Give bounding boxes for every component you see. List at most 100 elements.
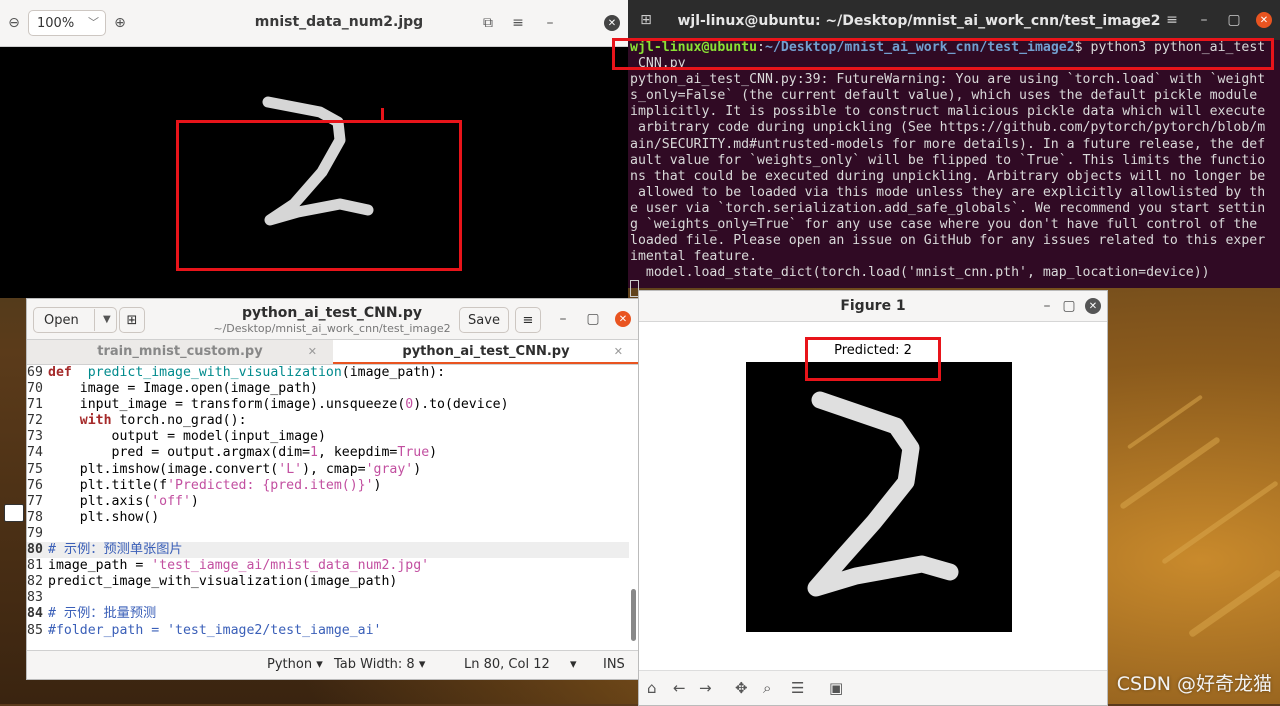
open-button[interactable]: Open ▼ [33, 307, 117, 333]
code-line[interactable]: 70 image = Image.open(image_path) [27, 381, 629, 397]
cursor-position[interactable]: Ln 80, Col 12 [464, 657, 550, 672]
chevron-down-icon[interactable]: ▾ [570, 657, 577, 672]
tab-label: train_mnist_custom.py [97, 344, 263, 359]
code-token: # 示例：预测单张图片 [48, 542, 183, 558]
zoom-out-icon[interactable]: ⊖ [2, 11, 26, 35]
tab-width-selector[interactable]: Tab Width: 8 ▾ [334, 657, 425, 672]
menu-icon[interactable]: ≡ [506, 11, 530, 35]
line-number: 72 [27, 413, 43, 429]
scrollbar[interactable] [631, 589, 636, 641]
code-line[interactable]: 79 [27, 526, 629, 542]
forward-icon[interactable]: → [699, 679, 712, 697]
code-token: output = model(input_image) [48, 429, 326, 445]
zoom-dropdown[interactable]: 100% ﹀ [28, 10, 106, 36]
code-line[interactable]: 85 #folder_path = 'test_image2/test_iamge… [27, 623, 629, 639]
highlight-box [176, 120, 462, 271]
code-token: plt.title(f [48, 477, 168, 493]
highlight-box [805, 337, 941, 381]
tab-train-mnist-custom[interactable]: train_mnist_custom.py ✕ [27, 340, 333, 364]
code-line[interactable]: 75 plt.imshow(image.convert('L'), cmap='… [27, 462, 629, 478]
highlight-tick [381, 108, 384, 121]
terminal-window[interactable]: ⊞ wjl-linux@ubuntu: ~/Desktop/mnist_ai_w… [612, 0, 1280, 297]
language-selector[interactable]: Python ▾ [267, 657, 323, 672]
terminal-title: wjl-linux@ubuntu: ~/Desktop/mnist_ai_wor… [677, 13, 1161, 29]
terminal-line: allowed to be loaded via this mode unles… [630, 184, 1266, 200]
close-icon[interactable]: ✕ [614, 340, 623, 364]
code-editor[interactable]: 69 def predict_image_with_visualization(i… [27, 365, 629, 649]
fullscreen-icon[interactable]: ⧉ [476, 11, 500, 35]
line-number: 81 [27, 558, 43, 574]
code-token: ) [190, 493, 199, 509]
code-line[interactable]: 82 predict_image_with_visualization(image… [27, 574, 629, 590]
code-token: image_path = [48, 558, 152, 574]
code-token: # 示例：批量预测 [48, 606, 157, 622]
close-icon[interactable]: ✕ [1085, 298, 1101, 314]
code-line[interactable]: 78 plt.show() [27, 510, 629, 526]
close-icon[interactable]: ✕ [604, 15, 620, 31]
line-number: 82 [27, 574, 43, 590]
zoom-in-icon[interactable]: ⊕ [108, 11, 132, 35]
code-line[interactable]: 77 plt.axis('off') [27, 494, 629, 510]
line-number: 71 [27, 397, 43, 413]
line-number: 80 [27, 542, 43, 558]
code-token: with [79, 413, 112, 429]
terminal-line: imental feature. [630, 249, 758, 265]
code-token: image = Image.open(image_path) [48, 381, 318, 397]
file-path: ~/Desktop/mnist_ai_work_cnn/test_image2 [213, 322, 451, 335]
open-label: Open [44, 312, 79, 328]
code-line[interactable]: 72 with torch.no_grad(): [27, 413, 629, 429]
save-button[interactable]: Save [459, 307, 509, 333]
close-icon[interactable]: ✕ [1256, 12, 1272, 28]
code-line[interactable]: 81 image_path = 'test_iamge_ai/mnist_data… [27, 558, 629, 574]
code-line[interactable]: 74 pred = output.argmax(dim=1, keepdim=T… [27, 445, 629, 461]
image-icon[interactable] [4, 504, 24, 522]
code-token: plt.show() [48, 509, 160, 525]
menu-icon[interactable]: ≡ [1160, 8, 1184, 32]
new-tab-icon[interactable]: ⊞ [634, 8, 658, 32]
chevron-down-icon[interactable]: ▼ [94, 309, 111, 331]
maximize-icon[interactable]: ▢ [1057, 294, 1081, 318]
configure-icon[interactable]: ☰ [791, 679, 804, 697]
menu-button[interactable]: ≡ [515, 307, 541, 333]
tab-python-ai-test-cnn[interactable]: python_ai_test_CNN.py ✕ [333, 340, 639, 364]
code-token: 'off' [151, 493, 191, 509]
zoom-icon[interactable]: ⌕ [763, 679, 771, 697]
maximize-icon[interactable]: ▢ [581, 307, 605, 331]
terminal-line: ain/SECURITY.md#untrusted-models for mor… [630, 136, 1266, 152]
minimize-icon[interactable]: – [1035, 294, 1059, 318]
code-token: 'Predicted: {pred.item()}' [167, 477, 374, 493]
insert-mode: INS [603, 657, 625, 672]
code-token: (image_path): [341, 365, 446, 380]
viewer-title: mnist_data_num2.jpg [254, 14, 424, 30]
code-line[interactable]: 69 def predict_image_with_visualization(i… [27, 365, 629, 381]
line-number: 73 [27, 429, 43, 445]
minimize-icon[interactable]: – [538, 11, 562, 35]
close-icon[interactable]: ✕ [308, 340, 317, 364]
file-title: python_ai_test_CNN.py [241, 305, 423, 321]
minimize-icon[interactable]: – [1192, 8, 1216, 32]
search-icon[interactable]: ⌕ [1128, 8, 1152, 32]
code-line[interactable]: 80 # 示例：预测单张图片 [27, 542, 629, 559]
minimize-icon[interactable]: – [551, 307, 575, 331]
code-line[interactable]: 73 output = model(input_image) [27, 429, 629, 445]
highlight-box [612, 38, 1274, 70]
code-token: #folder_path = 'test_image2/test_iamge_a… [48, 622, 382, 638]
close-icon[interactable]: ✕ [615, 311, 631, 327]
pan-icon[interactable]: ✥ [735, 679, 748, 697]
gedit-window: Open ▼ ⊞ python_ai_test_CNN.py ~/Desktop… [26, 298, 640, 680]
tab-bar: train_mnist_custom.py ✕ python_ai_test_C… [27, 340, 639, 365]
code-token: 'test_iamge_ai/mnist_data_num2.jpg' [151, 558, 430, 574]
maximize-icon[interactable]: ▢ [1222, 8, 1246, 32]
home-icon[interactable]: ⌂ [647, 679, 657, 697]
new-document-button[interactable]: ⊞ [119, 307, 145, 333]
terminal-line: loaded file. Please open an issue on Git… [630, 233, 1266, 249]
save-icon[interactable]: ▣ [829, 679, 843, 697]
code-line[interactable]: 71 input_image = transform(image).unsque… [27, 397, 629, 413]
menu-icon: ≡ [522, 312, 534, 328]
code-line[interactable]: 84 # 示例：批量预测 [27, 606, 629, 622]
back-icon[interactable]: ← [673, 679, 686, 697]
code-line[interactable]: 76 plt.title(f'Predicted: {pred.item()}'… [27, 478, 629, 494]
code-line[interactable]: 83 [27, 590, 629, 606]
